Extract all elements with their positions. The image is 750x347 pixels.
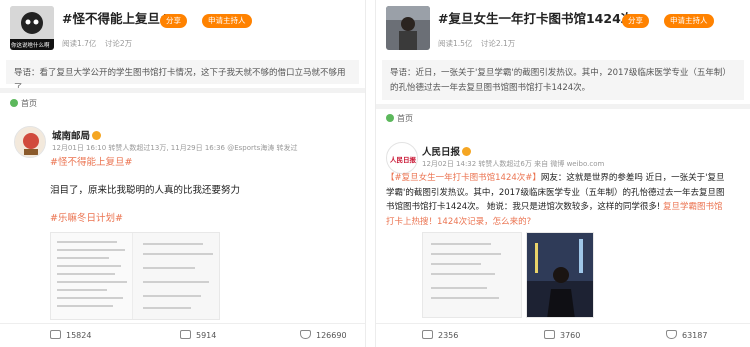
comment-icon bbox=[544, 330, 555, 339]
post-text: 泪目了，原来比我聪明的人真的比我还要努力 bbox=[50, 185, 241, 196]
repost-icon bbox=[50, 330, 61, 339]
intro-label: 导语： bbox=[14, 68, 40, 78]
post-image-doc[interactable] bbox=[422, 232, 522, 318]
share-button[interactable]: 分享 bbox=[622, 14, 649, 28]
repost-icon bbox=[422, 330, 433, 339]
vip-badge-icon bbox=[92, 131, 102, 140]
post-hashtag[interactable]: 【#复旦女生一年打卡图书馆1424次#】 bbox=[386, 173, 541, 183]
post-image-photo[interactable] bbox=[526, 232, 594, 318]
like-icon bbox=[666, 330, 677, 339]
avatar[interactable] bbox=[14, 126, 46, 158]
apply-host-button[interactable]: 申请主持人 bbox=[202, 14, 252, 28]
right-weibo-panel: #复旦女生一年打卡图书馆1424次# 分享 申请主持人 阅读1.5亿 讨论2.1… bbox=[375, 0, 750, 347]
avatar-logo-text: 人民日报 bbox=[390, 156, 416, 164]
post-meta: 12月01日 16:10 转赞人数超过13万, 11月29日 16:36 @Es… bbox=[52, 144, 298, 152]
comment-button[interactable]: 5914 bbox=[180, 330, 216, 340]
topic-thumbnail bbox=[386, 6, 430, 50]
post-body: 【#复旦女生一年打卡图书馆1424次#】网友：这就是世界的参差吗 近日，一张关于… bbox=[386, 171, 726, 229]
topic-header: #复旦女生一年打卡图书馆1424次# 分享 申请主持人 阅读1.5亿 讨论2.1… bbox=[382, 4, 744, 54]
topic-header: 你这说啥什么啊 #怪不得能上复旦# 分享 申请主持人 阅读1.7亿 讨论2万 bbox=[6, 4, 359, 54]
post-username[interactable]: 人民日报 bbox=[422, 144, 472, 158]
discuss-count: 讨论2万 bbox=[104, 39, 133, 48]
vip-badge-icon bbox=[462, 147, 472, 156]
apply-host-button[interactable]: 申请主持人 bbox=[664, 14, 714, 28]
post-action-bar: 15824 5914 126690 bbox=[0, 323, 365, 347]
home-label: 首页 bbox=[21, 99, 37, 108]
home-icon bbox=[10, 99, 18, 107]
topic-title: #复旦女生一年打卡图书馆1424次# bbox=[438, 11, 644, 26]
home-link[interactable]: 首页 bbox=[386, 113, 413, 124]
post-text-c: 她说：我只是进馆次数较多，这样的同学很多! bbox=[486, 202, 661, 212]
comment-button[interactable]: 3760 bbox=[544, 330, 580, 340]
topic-title: #怪不得能上复旦# bbox=[62, 11, 171, 26]
home-label: 首页 bbox=[397, 114, 413, 123]
read-count: 阅读1.7亿 bbox=[62, 39, 97, 48]
post-meta: 12月02日 14:32 转赞人数超过6万 来自 微博 weibo.com bbox=[422, 160, 605, 168]
repost-count: 15824 bbox=[66, 331, 92, 340]
topic-thumbnail: 你这说啥什么啊 bbox=[10, 6, 54, 50]
home-icon bbox=[386, 114, 394, 122]
home-link[interactable]: 首页 bbox=[10, 98, 37, 109]
repost-count: 2356 bbox=[438, 331, 459, 340]
comment-count: 3760 bbox=[560, 331, 581, 340]
username-text: 城南邮局 bbox=[52, 131, 91, 142]
username-text: 人民日报 bbox=[422, 147, 461, 158]
section-divider bbox=[376, 104, 750, 109]
share-button[interactable]: 分享 bbox=[160, 14, 187, 28]
like-count: 126690 bbox=[316, 331, 347, 340]
read-count: 阅读1.5亿 bbox=[438, 39, 473, 48]
repost-button[interactable]: 2356 bbox=[422, 330, 458, 340]
discuss-count: 讨论2.1万 bbox=[480, 39, 516, 48]
like-button[interactable]: 126690 bbox=[300, 330, 347, 340]
section-divider bbox=[0, 88, 365, 93]
post-tag[interactable]: #乐嘛冬日计划# bbox=[50, 210, 123, 227]
repost-button[interactable]: 15824 bbox=[50, 330, 91, 340]
comment-icon bbox=[180, 330, 191, 339]
post-hashtag[interactable]: #怪不得能上复旦# bbox=[50, 154, 132, 171]
intro-label: 导语： bbox=[390, 68, 416, 78]
comment-count: 5914 bbox=[196, 331, 217, 340]
post-text-a: 网友：这就是世界的参差吗 bbox=[540, 173, 643, 183]
like-icon bbox=[300, 330, 311, 339]
post-username[interactable]: 城南邮局 bbox=[52, 128, 102, 142]
topic-stats: 阅读1.5亿 讨论2.1万 bbox=[438, 38, 521, 49]
intro-text: 近日，一张关于'复旦学霸'的截图引发热议。其中，2017级临床医学专业（五年制）… bbox=[390, 68, 731, 93]
post-image[interactable] bbox=[50, 232, 220, 320]
post-action-bar: 2356 3760 63187 bbox=[376, 323, 750, 347]
like-button[interactable]: 63187 bbox=[666, 330, 707, 340]
thumbnail-caption: 你这说啥什么啊 bbox=[11, 43, 50, 49]
topic-intro: 导语：近日，一张关于'复旦学霸'的截图引发热议。其中，2017级临床医学专业（五… bbox=[382, 60, 744, 100]
left-weibo-panel: 你这说啥什么啊 #怪不得能上复旦# 分享 申请主持人 阅读1.7亿 讨论2万 导… bbox=[0, 0, 366, 347]
topic-intro: 导语：看了复旦大学公开的学生图书馆打卡情况，这下子我天就不够的借口立马就不够用了 bbox=[6, 60, 359, 93]
topic-stats: 阅读1.7亿 讨论2万 bbox=[62, 38, 138, 49]
like-count: 63187 bbox=[682, 331, 708, 340]
avatar[interactable]: 人民日报 bbox=[386, 142, 418, 174]
